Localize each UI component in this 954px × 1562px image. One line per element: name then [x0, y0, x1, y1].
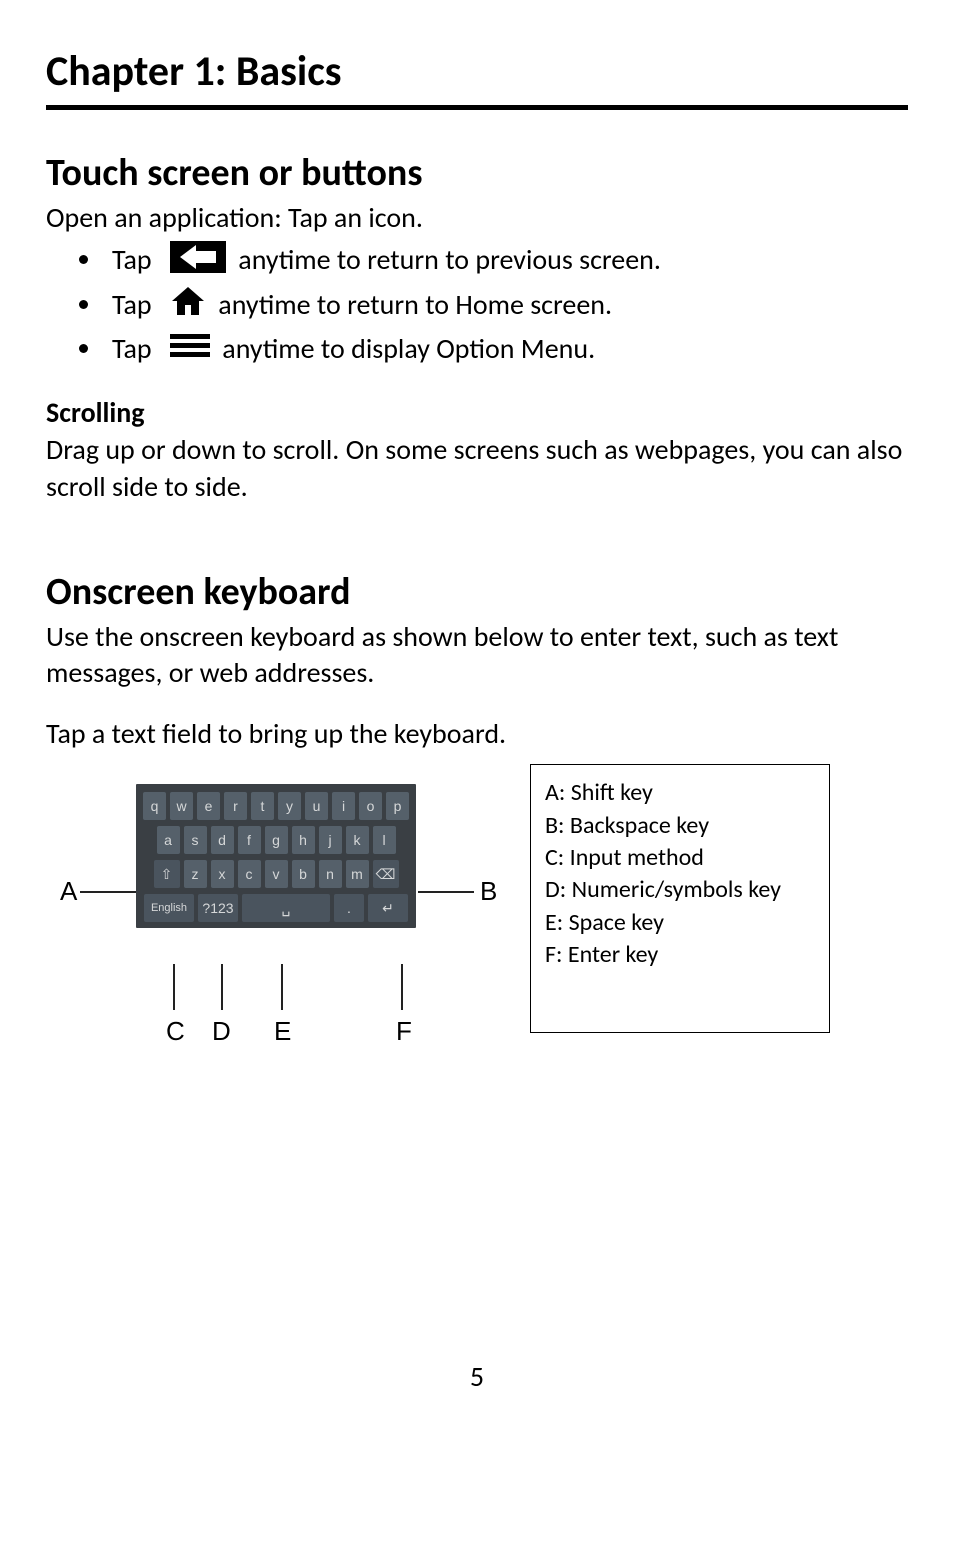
chapter-rule — [46, 105, 908, 110]
key-d[interactable]: d — [211, 826, 234, 854]
keyboard-legend-box: A: Shift key B: Backspace key C: Input m… — [530, 764, 830, 1032]
key-l[interactable]: l — [373, 826, 396, 854]
bullet-menu-post: anytime to display Option Menu. — [222, 331, 595, 366]
key-u[interactable]: u — [305, 792, 328, 820]
key-q[interactable]: q — [143, 792, 166, 820]
key-m[interactable]: m — [346, 860, 369, 888]
bullet-back-pre: Tap — [112, 242, 152, 277]
bullet-home-post: anytime to return to Home screen. — [218, 287, 612, 322]
callout-e-label: E — [274, 1016, 291, 1046]
keyboard-body: q w e r t y u i o p a s d f g h — [136, 784, 416, 928]
key-p[interactable]: p — [386, 792, 409, 820]
legend-b: B: Backspace key — [545, 810, 815, 842]
section-keyboard-title: Onscreen keyboard — [46, 569, 908, 615]
key-enter[interactable]: ↵ — [368, 894, 408, 922]
key-o[interactable]: o — [359, 792, 382, 820]
key-k[interactable]: k — [346, 826, 369, 854]
key-h[interactable]: h — [292, 826, 315, 854]
key-shift[interactable]: ⇧ — [154, 860, 180, 888]
callout-d-label: D — [212, 1016, 231, 1046]
key-b[interactable]: b — [292, 860, 315, 888]
keyboard-tap-instruction: Tap a text field to bring up the keyboar… — [46, 716, 908, 752]
key-t[interactable]: t — [251, 792, 274, 820]
callout-f-label: F — [396, 1016, 412, 1046]
key-j[interactable]: j — [319, 826, 342, 854]
key-g[interactable]: g — [265, 826, 288, 854]
menu-lines-icon — [170, 331, 210, 372]
keyboard-diagram: A B C D E F q w e r t y — [46, 764, 506, 1059]
key-x[interactable]: x — [211, 860, 234, 888]
callout-c-label: C — [166, 1016, 185, 1046]
chapter-title: Chapter 1: Basics — [46, 46, 908, 97]
scrolling-heading: Scrolling — [46, 395, 908, 430]
key-y[interactable]: y — [278, 792, 301, 820]
touch-intro-text: Open an application: Tap an icon. — [46, 200, 908, 236]
legend-f: F: Enter key — [545, 939, 815, 971]
key-period[interactable]: . — [334, 894, 364, 922]
keyboard-description: Use the onscreen keyboard as shown below… — [46, 619, 908, 692]
section-touch-title: Touch screen or buttons — [46, 150, 908, 196]
back-arrow-icon — [170, 241, 226, 285]
key-c[interactable]: c — [238, 860, 261, 888]
bullet-menu-pre: Tap — [112, 331, 152, 366]
key-z[interactable]: z — [184, 860, 207, 888]
legend-a: A: Shift key — [545, 777, 815, 809]
bullet-menu: Tap anytime to display Option Menu. — [104, 329, 908, 372]
key-a[interactable]: a — [157, 826, 180, 854]
key-language[interactable]: English — [144, 894, 194, 922]
legend-d: D: Numeric/symbols key — [545, 874, 815, 906]
key-i[interactable]: i — [332, 792, 355, 820]
legend-e: E: Space key — [545, 907, 815, 939]
key-n[interactable]: n — [319, 860, 342, 888]
key-numeric[interactable]: ?123 — [198, 894, 238, 922]
key-f[interactable]: f — [238, 826, 261, 854]
key-w[interactable]: w — [170, 792, 193, 820]
scrolling-text: Drag up or down to scroll. On some scree… — [46, 432, 908, 505]
touch-bullet-list: Tap anytime to return to previous screen… — [46, 240, 908, 371]
legend-c: C: Input method — [545, 842, 815, 874]
callout-b-label: B — [480, 876, 497, 906]
key-v[interactable]: v — [265, 860, 288, 888]
bullet-back: Tap anytime to return to previous screen… — [104, 240, 908, 284]
bullet-home-pre: Tap — [112, 287, 152, 322]
key-backspace[interactable]: ⌫ — [373, 860, 399, 888]
key-s[interactable]: s — [184, 826, 207, 854]
bullet-back-post: anytime to return to previous screen. — [238, 242, 661, 277]
bullet-home: Tap anytime to return to Home screen. — [104, 285, 908, 329]
keyboard-figure-area: A B C D E F q w e r t y — [46, 764, 908, 1059]
key-e[interactable]: e — [197, 792, 220, 820]
page-number: 5 — [46, 1359, 908, 1394]
key-r[interactable]: r — [224, 792, 247, 820]
callout-a-label: A — [60, 876, 78, 906]
key-space[interactable]: ␣ — [242, 894, 330, 922]
home-icon — [170, 285, 206, 329]
